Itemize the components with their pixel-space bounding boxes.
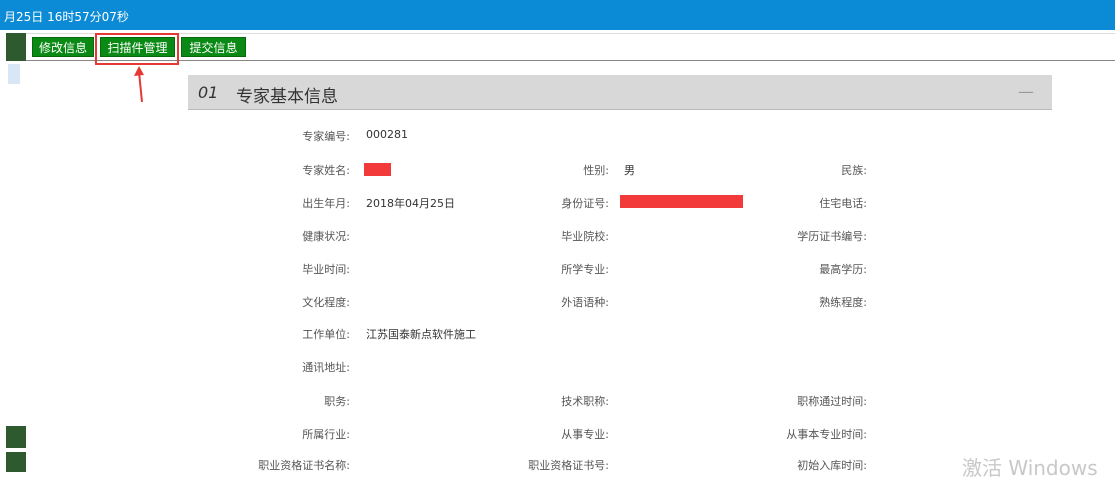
- work-unit-value: 江苏国泰新点软件施工: [366, 328, 476, 341]
- submit-info-button[interactable]: 提交信息: [181, 37, 246, 57]
- birth-value: 2018年04月25日: [366, 197, 455, 210]
- gender-label: 性别:: [583, 164, 609, 177]
- major-label: 所学专业:: [561, 263, 609, 276]
- first-entry-label: 初始入库时间:: [797, 459, 867, 472]
- section-number: 01: [198, 83, 219, 102]
- toolbar: 修改信息 扫描件管理 提交信息: [26, 33, 1115, 61]
- birth-label: 出生年月:: [302, 197, 350, 210]
- section-title: 专家基本信息: [236, 87, 338, 107]
- highlight-box: [95, 33, 179, 65]
- work-unit-label: 工作单位:: [302, 328, 350, 341]
- cert-name-label: 职业资格证书名称:: [258, 459, 350, 472]
- duty-label: 职务:: [324, 395, 350, 408]
- engaged-time-label: 从事本专业时间:: [786, 428, 867, 441]
- top-edu-label: 最高学历:: [819, 263, 867, 276]
- gender-value: 男: [624, 164, 635, 177]
- address-label: 通讯地址:: [302, 361, 350, 374]
- degree-cert-label: 学历证书编号:: [797, 230, 867, 243]
- industry-label: 所属行业:: [302, 428, 350, 441]
- clock-text: 月25日 16时57分07秒: [4, 10, 129, 24]
- left-strip-bottom-1: [6, 426, 26, 448]
- arrow-up-icon: [134, 66, 144, 103]
- left-strip-top: [6, 33, 26, 61]
- school-label: 毕业院校:: [561, 230, 609, 243]
- proficiency-label: 熟练程度:: [819, 296, 867, 309]
- expert-id-value: 000281: [366, 128, 408, 141]
- grad-time-label: 毕业时间:: [302, 263, 350, 276]
- culture-label: 文化程度:: [302, 296, 350, 309]
- section-header: 01 专家基本信息 —: [188, 75, 1052, 110]
- collapse-icon[interactable]: —: [1018, 82, 1034, 101]
- ethnicity-label: 民族:: [841, 164, 867, 177]
- cert-no-label: 职业资格证书号:: [528, 459, 609, 472]
- id-card-redaction: [620, 195, 743, 208]
- id-card-label: 身份证号:: [561, 197, 609, 210]
- health-label: 健康状况:: [302, 230, 350, 243]
- left-strip-bottom-2: [6, 452, 26, 472]
- title-time-label: 职称通过时间:: [797, 395, 867, 408]
- edit-info-button[interactable]: 修改信息: [32, 37, 94, 57]
- left-tab[interactable]: [8, 64, 20, 84]
- name-redaction: [364, 163, 391, 176]
- engaged-major-label: 从事专业:: [561, 428, 609, 441]
- expert-id-label: 专家编号:: [302, 130, 350, 143]
- foreign-lang-label: 外语语种:: [561, 296, 609, 309]
- activation-watermark: 激活 Windows: [962, 456, 1098, 480]
- home-phone-label: 住宅电话:: [819, 197, 867, 210]
- tech-title-label: 技术职称:: [561, 395, 609, 408]
- name-label: 专家姓名:: [302, 164, 350, 177]
- top-bar: 月25日 16时57分07秒: [0, 0, 1115, 30]
